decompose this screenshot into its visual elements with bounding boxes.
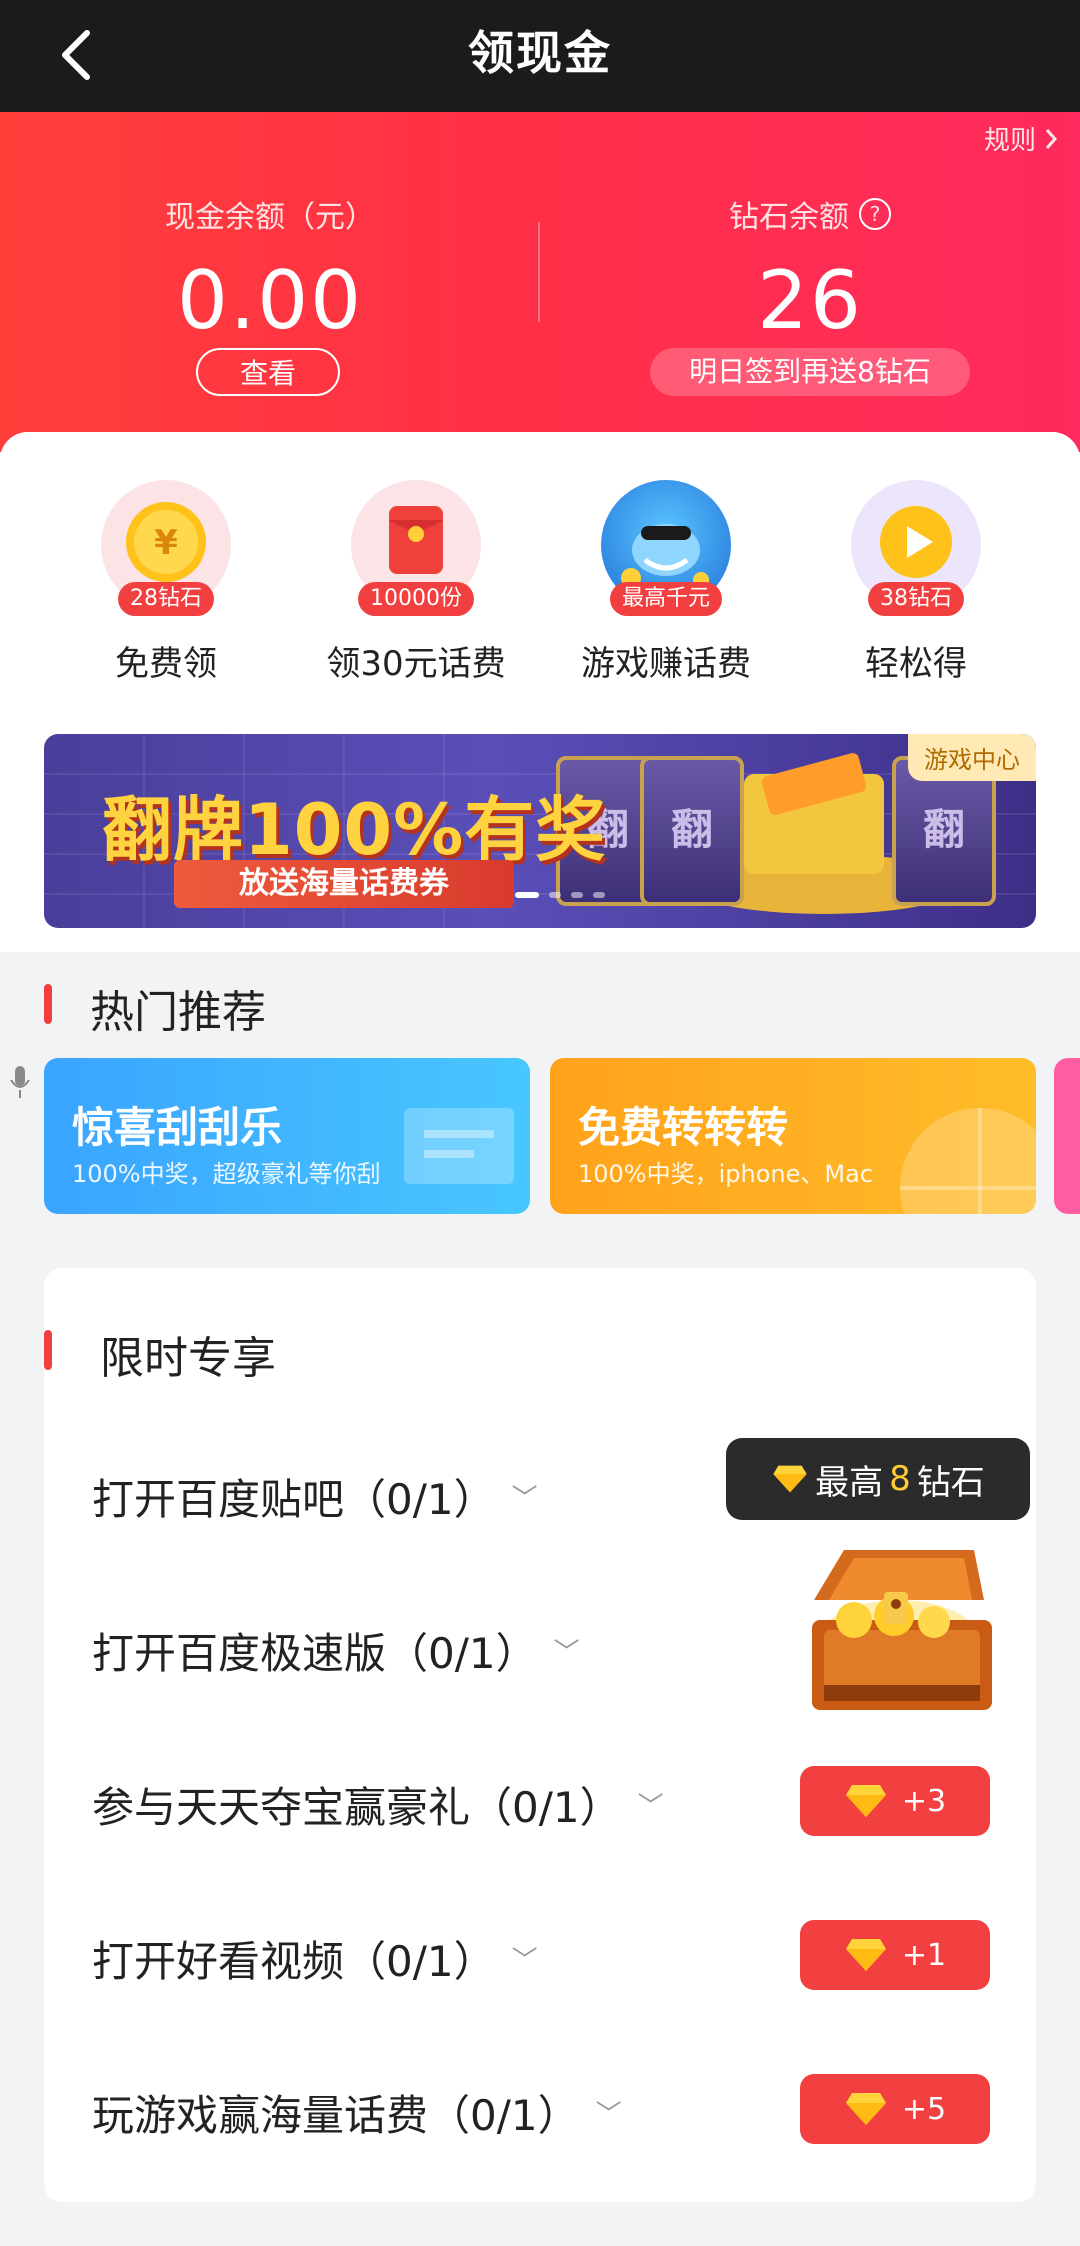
quick-label: 免费领 bbox=[115, 644, 217, 684]
help-icon[interactable]: ? bbox=[859, 198, 891, 230]
diamond-icon bbox=[773, 1465, 807, 1493]
promo-next[interactable] bbox=[1054, 1058, 1080, 1214]
coin-icon: ¥ 28钻石 bbox=[101, 480, 231, 616]
balance-hero: 规则 现金余额（元） 0.00 钻石余额 ? 26 查看 明日签到再送8钻石 bbox=[0, 112, 1080, 452]
chevron-down-icon[interactable]: ﹀ bbox=[596, 2094, 622, 2131]
game-banner[interactable]: 翻 翻 翻 翻牌100%有奖 放送海量话费券 游戏中心 bbox=[44, 734, 1036, 928]
tomorrow-signin-pill: 明日签到再送8钻石 bbox=[650, 348, 970, 396]
cash-label: 现金余额（元） bbox=[165, 200, 375, 235]
task-row[interactable]: 玩游戏赢海量话费（0/1） ﹀ bbox=[92, 2082, 622, 2143]
quick-label: 游戏赚话费 bbox=[581, 644, 751, 684]
reward-button[interactable]: +5 bbox=[800, 2074, 990, 2144]
hot-section-title: 热门推荐 bbox=[90, 987, 266, 1038]
quick-badge: 28钻石 bbox=[118, 582, 214, 616]
carousel-dot bbox=[571, 892, 583, 898]
tooltip-suffix: 钻石 bbox=[916, 1462, 985, 1503]
banner-tag: 游戏中心 bbox=[908, 734, 1036, 781]
section-marker bbox=[44, 1330, 52, 1370]
task-label: 玩游戏赢海量话费（0/1） bbox=[92, 2091, 580, 2140]
cash-value: 0.00 bbox=[176, 254, 364, 347]
quick-item-free[interactable]: ¥ 28钻石 免费领 bbox=[66, 480, 266, 685]
diamond-label-row: 钻石余额 ? bbox=[540, 192, 1080, 236]
chevron-down-icon[interactable]: ﹀ bbox=[512, 1940, 538, 1977]
banner-subtitle: 放送海量话费券 bbox=[174, 860, 514, 908]
reward-tooltip: 最高 8 钻石 bbox=[726, 1438, 1030, 1520]
reward-button[interactable]: +1 bbox=[800, 1920, 990, 1990]
reward-value: +3 bbox=[901, 1783, 947, 1819]
cash-balance: 现金余额（元） 0.00 bbox=[0, 192, 540, 347]
diamond-label: 钻石余额 bbox=[729, 200, 849, 235]
section-marker bbox=[44, 984, 52, 1024]
task-row[interactable]: 打开百度极速版（0/1） ﹀ bbox=[92, 1620, 580, 1681]
svg-text:¥: ¥ bbox=[154, 523, 178, 563]
quick-label: 领30元话费 bbox=[326, 644, 506, 684]
promo-scratch[interactable]: 惊喜刮刮乐 100%中奖，超级豪礼等你刮 bbox=[44, 1058, 530, 1214]
flip-card: 翻 bbox=[640, 756, 744, 906]
red-envelope-icon: 10000份 bbox=[351, 480, 481, 616]
reward-button[interactable]: +3 bbox=[800, 1766, 990, 1836]
tooltip-number: 8 bbox=[889, 1459, 911, 1499]
limited-card bbox=[44, 1268, 1036, 2202]
quick-badge: 10000份 bbox=[358, 582, 474, 616]
chevron-down-icon[interactable]: ﹀ bbox=[638, 1786, 664, 1823]
view-button[interactable]: 查看 bbox=[196, 348, 340, 396]
carousel-dot bbox=[593, 892, 605, 898]
rules-label: 规则 bbox=[983, 126, 1036, 156]
play-icon: 38钻石 bbox=[851, 480, 981, 616]
rules-link[interactable]: 规则 bbox=[984, 120, 1058, 157]
task-row[interactable]: 参与天天夺宝赢豪礼（0/1） ﹀ bbox=[92, 1774, 664, 1835]
task-label: 打开好看视频（0/1） bbox=[92, 1937, 496, 1986]
quick-label: 轻松得 bbox=[865, 644, 967, 684]
diamond-value: 26 bbox=[757, 254, 863, 347]
carousel-dot bbox=[549, 892, 561, 898]
diamond-icon bbox=[845, 1785, 886, 1817]
task-label: 打开百度贴吧（0/1） bbox=[92, 1475, 496, 1524]
watermark-icon bbox=[8, 1062, 68, 1102]
carousel-dot bbox=[515, 892, 539, 898]
page-title: 领现金 bbox=[468, 26, 612, 80]
reward-value: +1 bbox=[901, 1937, 947, 1973]
chevron-down-icon[interactable]: ﹀ bbox=[512, 1478, 538, 1515]
tooltip-prefix: 最高 bbox=[815, 1462, 884, 1503]
chevron-down-icon[interactable]: ﹀ bbox=[554, 1632, 580, 1669]
quick-item-game[interactable]: 最高千元 游戏赚话费 bbox=[566, 480, 766, 685]
task-label: 打开百度极速版（0/1） bbox=[92, 1629, 538, 1678]
promo-subtitle: 100%中奖，超级豪礼等你刮 bbox=[72, 1160, 381, 1188]
limited-section-title: 限时专享 bbox=[100, 1333, 276, 1384]
diamond-balance: 钻石余额 ? 26 bbox=[540, 192, 1080, 347]
task-label: 参与天天夺宝赢豪礼（0/1） bbox=[92, 1783, 622, 1832]
promo-spin[interactable]: 免费转转转 100%中奖，iphone、Mac bbox=[550, 1058, 1036, 1214]
promo-subtitle: 100%中奖，iphone、Mac bbox=[578, 1160, 873, 1188]
promo-title: 惊喜刮刮乐 bbox=[72, 1103, 283, 1152]
quick-item-phone-credit[interactable]: 10000份 领30元话费 bbox=[316, 480, 516, 685]
chevron-right-icon bbox=[1045, 128, 1058, 149]
quick-badge: 38钻石 bbox=[868, 582, 964, 616]
task-row[interactable]: 打开百度贴吧（0/1） ﹀ bbox=[92, 1466, 538, 1527]
task-row[interactable]: 打开好看视频（0/1） ﹀ bbox=[92, 1928, 538, 1989]
promo-title: 免费转转转 bbox=[578, 1103, 789, 1152]
carousel-dots bbox=[515, 892, 605, 898]
quick-item-easy[interactable]: 38钻石 轻松得 bbox=[816, 480, 1016, 685]
diamond-icon bbox=[845, 2093, 886, 2125]
game-avatar-icon: 最高千元 bbox=[601, 480, 731, 616]
nav-bar: 领现金 bbox=[0, 0, 1080, 112]
quick-badge: 最高千元 bbox=[609, 582, 723, 616]
treasure-chest-icon[interactable] bbox=[784, 1530, 1014, 1730]
reward-value: +5 bbox=[901, 2091, 947, 2127]
diamond-icon bbox=[845, 1939, 886, 1971]
